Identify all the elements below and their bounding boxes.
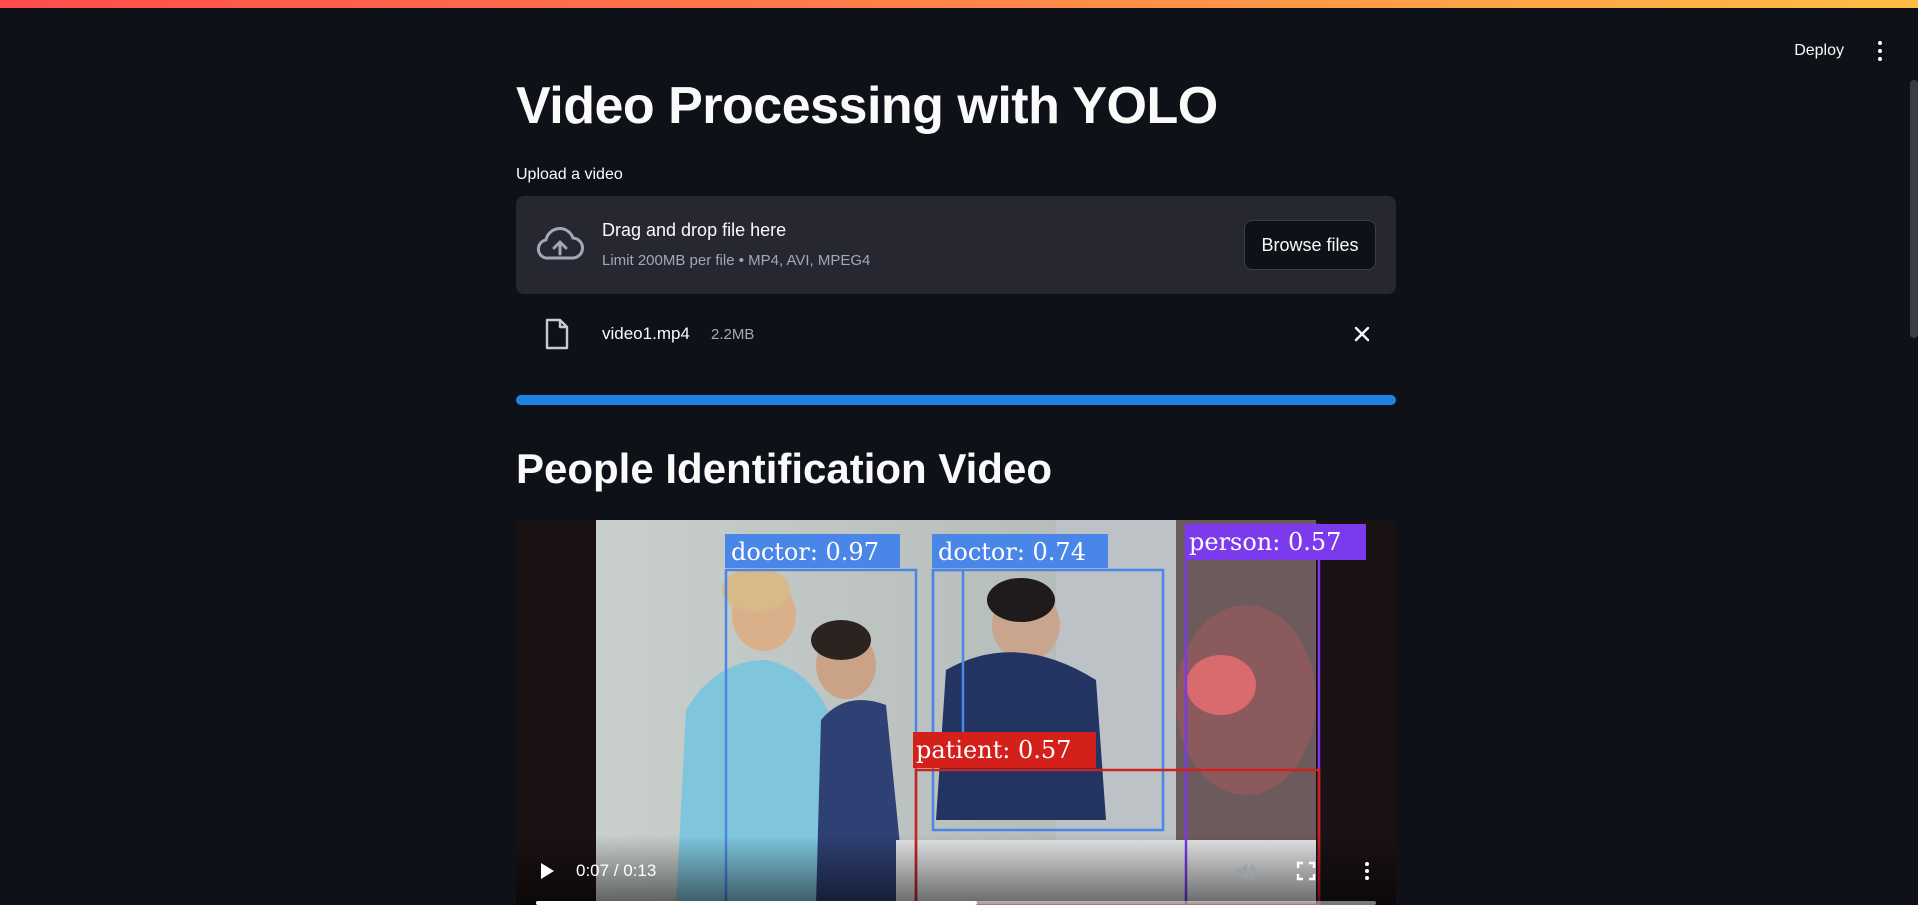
uploaded-file-row: video1.mp4 2.2MB <box>516 310 1396 360</box>
dropzone-title: Drag and drop file here <box>602 220 787 240</box>
play-icon[interactable] <box>538 861 556 881</box>
file-dropzone[interactable]: Drag and drop file here Limit 200MB per … <box>516 196 1396 294</box>
cloud-upload-icon <box>536 227 584 260</box>
video-player[interactable]: doctor: 0.97 doctor: 0.74 person: 0.57 p… <box>516 520 1396 905</box>
detection-label-person: person: 0.57 <box>1189 528 1341 556</box>
kebab-menu-icon[interactable] <box>1870 39 1890 63</box>
section-title: People Identification Video <box>516 445 1052 492</box>
detection-label-patient: patient: 0.57 <box>916 736 1071 764</box>
page-title: Video Processing with YOLO <box>516 77 1218 135</box>
browse-files-button[interactable]: Browse files <box>1244 220 1376 270</box>
upload-progress-fill <box>516 395 1396 405</box>
detection-label-doctor-2: doctor: 0.74 <box>938 538 1086 566</box>
volume-icon[interactable] <box>1234 861 1258 883</box>
close-icon[interactable] <box>1350 322 1374 346</box>
page-scrollbar[interactable] <box>1910 80 1918 338</box>
video-seek-progress <box>536 901 977 905</box>
top-decoration-bar <box>0 0 1918 8</box>
app-header-actions: Deploy <box>1730 30 1918 72</box>
fullscreen-icon[interactable] <box>1296 861 1316 881</box>
upload-progress-bar <box>516 395 1396 405</box>
file-name: video1.mp4 <box>602 324 690 343</box>
video-time-display: 0:07 / 0:13 <box>576 861 657 880</box>
file-icon <box>545 318 569 350</box>
video-controls: 0:07 / 0:13 <box>516 835 1396 905</box>
detection-label-doctor-1: doctor: 0.97 <box>731 538 879 566</box>
upload-label: Upload a video <box>516 166 623 183</box>
video-seek-bar[interactable] <box>536 901 1376 905</box>
video-options-icon[interactable] <box>1362 859 1372 883</box>
dropzone-limit-text: Limit 200MB per file • MP4, AVI, MPEG4 <box>602 252 871 269</box>
deploy-button[interactable]: Deploy <box>1794 42 1844 60</box>
file-size: 2.2MB <box>711 326 755 343</box>
